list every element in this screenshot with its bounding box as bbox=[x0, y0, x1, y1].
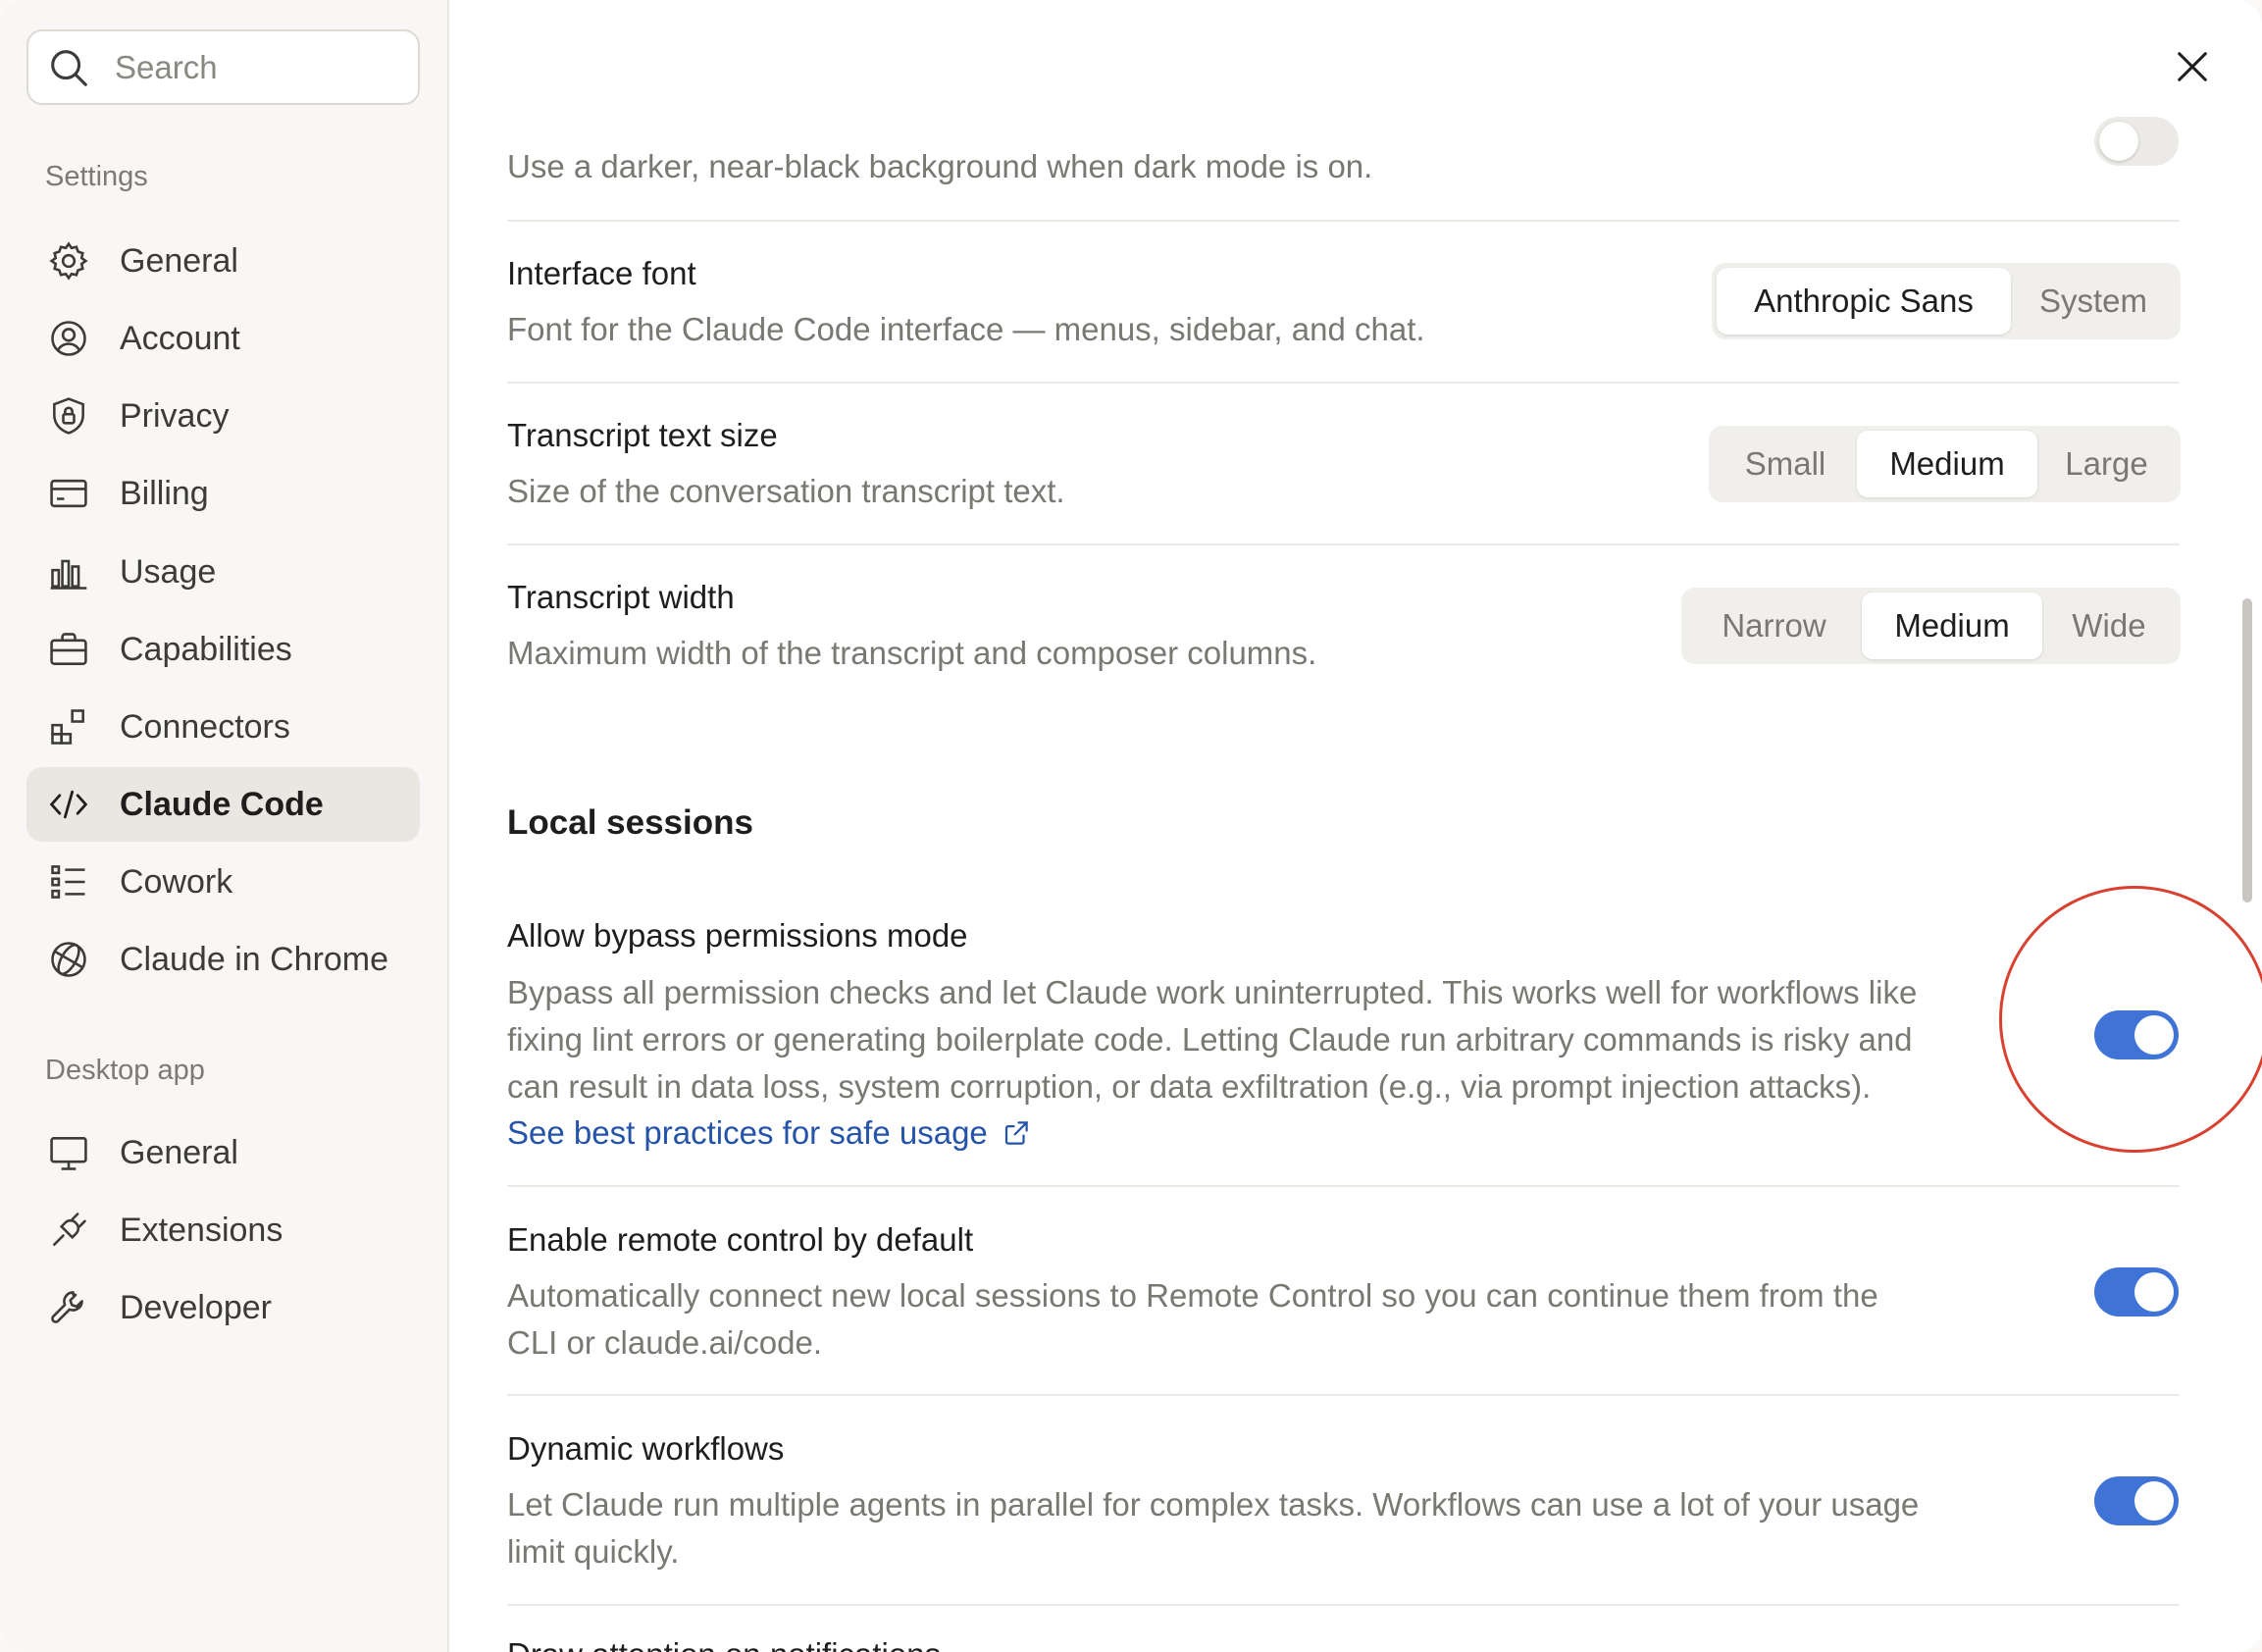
external-link-icon bbox=[1004, 1121, 1028, 1145]
toggle-knob bbox=[2099, 122, 2138, 161]
sidebar-item-claude-in-chrome[interactable]: Claude in Chrome bbox=[26, 922, 420, 997]
code-icon bbox=[49, 790, 88, 819]
bar-chart-icon bbox=[50, 559, 87, 590]
transcript-width-description: Maximum width of the transcript and comp… bbox=[507, 635, 1317, 671]
desktop-app-section-label: Desktop app bbox=[45, 1055, 205, 1086]
divider bbox=[507, 382, 2180, 384]
sidebar-item-cowork[interactable]: Cowork bbox=[26, 845, 420, 919]
settings-section-label: Settings bbox=[45, 161, 148, 192]
credit-card-icon bbox=[50, 479, 87, 508]
annotation-circle bbox=[1999, 886, 2262, 1153]
sidebar-item-label: Account bbox=[120, 319, 240, 357]
search-placeholder: Search bbox=[115, 48, 218, 85]
briefcase-icon bbox=[50, 633, 87, 665]
bypass-description-line-2: fixing lint errors or generating boilerp… bbox=[507, 1021, 1913, 1058]
bypass-permissions-title: Allow bypass permissions mode bbox=[507, 917, 968, 954]
text-size-description: Size of the conversation transcript text… bbox=[507, 473, 1065, 509]
text-size-selector: Small Medium Large bbox=[1709, 426, 2181, 502]
remote-control-toggle[interactable] bbox=[2094, 1267, 2179, 1316]
sidebar-item-label: General bbox=[120, 241, 238, 280]
globe-icon bbox=[51, 942, 86, 977]
sidebar-item-label: Capabilities bbox=[120, 630, 292, 668]
sidebar-item-usage[interactable]: Usage bbox=[26, 535, 420, 609]
divider bbox=[507, 1604, 2180, 1606]
dynamic-workflows-description-line-2: limit quickly. bbox=[507, 1533, 680, 1570]
sidebar-item-label: Billing bbox=[120, 474, 209, 512]
width-option-wide[interactable]: Wide bbox=[2042, 593, 2176, 659]
sidebar-item-desktop-general[interactable]: General bbox=[26, 1115, 420, 1190]
scrollbar[interactable] bbox=[2242, 598, 2252, 903]
dynamic-workflows-description-line-1: Let Claude run multiple agents in parall… bbox=[507, 1486, 1920, 1523]
user-circle-icon bbox=[51, 321, 86, 356]
search-input[interactable]: Search bbox=[26, 29, 420, 105]
close-icon[interactable] bbox=[2173, 47, 2212, 86]
size-option-small[interactable]: Small bbox=[1714, 431, 1857, 497]
remote-control-description-line-1: Automatically connect new local sessions… bbox=[507, 1277, 1878, 1314]
sidebar-item-label: Extensions bbox=[120, 1211, 283, 1249]
dynamic-workflows-toggle[interactable] bbox=[2094, 1476, 2179, 1525]
sidebar-item-extensions[interactable]: Extensions bbox=[26, 1193, 420, 1267]
checklist-icon bbox=[51, 865, 85, 899]
interface-font-selector: Anthropic Sans System bbox=[1712, 263, 2181, 339]
plug-icon bbox=[53, 1213, 86, 1246]
toggle-knob bbox=[2134, 1481, 2174, 1521]
sidebar-item-label: Privacy bbox=[120, 396, 230, 435]
sidebar-item-label: General bbox=[120, 1133, 238, 1171]
gear-icon bbox=[49, 241, 88, 281]
dark-background-toggle[interactable] bbox=[2094, 117, 2179, 166]
size-option-large[interactable]: Large bbox=[2037, 431, 2176, 497]
notifications-title: Draw attention on notifications bbox=[507, 1636, 941, 1652]
sidebar-item-label: Claude Code bbox=[120, 785, 324, 823]
shield-lock-icon bbox=[53, 397, 84, 435]
sidebar-item-billing[interactable]: Billing bbox=[26, 456, 420, 531]
sidebar-item-general[interactable]: General bbox=[26, 224, 420, 298]
settings-window: Search Settings General Account Privacy bbox=[0, 0, 2262, 1652]
transcript-width-selector: Narrow Medium Wide bbox=[1681, 588, 2181, 664]
best-practices-link-label: See best practices for safe usage bbox=[507, 1114, 988, 1151]
bypass-description-line-3: can result in data loss, system corrupti… bbox=[507, 1068, 1872, 1105]
interface-font-title: Interface font bbox=[507, 255, 696, 291]
sidebar: Search Settings General Account Privacy bbox=[0, 0, 449, 1652]
remote-control-title: Enable remote control by default bbox=[507, 1221, 974, 1258]
monitor-icon bbox=[50, 1137, 87, 1170]
sidebar-item-label: Claude in Chrome bbox=[120, 940, 389, 978]
blocks-icon bbox=[51, 709, 84, 745]
bypass-description-line-1: Bypass all permission checks and let Cla… bbox=[507, 974, 1918, 1010]
sidebar-item-label: Usage bbox=[120, 552, 217, 591]
sidebar-item-account[interactable]: Account bbox=[26, 301, 420, 376]
divider bbox=[507, 543, 2180, 545]
sidebar-item-label: Cowork bbox=[120, 862, 233, 901]
sidebar-item-connectors[interactable]: Connectors bbox=[26, 690, 420, 764]
divider bbox=[507, 1394, 2180, 1396]
font-option-anthropic-sans[interactable]: Anthropic Sans bbox=[1717, 268, 2011, 335]
local-sessions-heading: Local sessions bbox=[507, 803, 753, 842]
transcript-width-title: Transcript width bbox=[507, 579, 735, 615]
sidebar-item-claude-code[interactable]: Claude Code bbox=[26, 767, 420, 842]
text-size-title: Transcript text size bbox=[507, 417, 778, 453]
sidebar-item-privacy[interactable]: Privacy bbox=[26, 379, 420, 453]
dark-background-description: Use a darker, near-black background when… bbox=[507, 148, 1373, 184]
interface-font-description: Font for the Claude Code interface — men… bbox=[507, 311, 1425, 347]
dynamic-workflows-title: Dynamic workflows bbox=[507, 1430, 785, 1467]
sidebar-item-label: Developer bbox=[120, 1288, 272, 1326]
width-option-medium[interactable]: Medium bbox=[1862, 593, 2042, 659]
remote-control-description-line-2: CLI or claude.ai/code. bbox=[507, 1324, 823, 1361]
sidebar-item-label: Connectors bbox=[120, 707, 290, 746]
toggle-knob bbox=[2134, 1272, 2174, 1312]
divider bbox=[507, 1185, 2180, 1187]
size-option-medium[interactable]: Medium bbox=[1857, 431, 2037, 497]
wrench-icon bbox=[51, 1291, 83, 1323]
width-option-narrow[interactable]: Narrow bbox=[1686, 593, 1862, 659]
sidebar-item-developer[interactable]: Developer bbox=[26, 1270, 420, 1345]
divider bbox=[507, 220, 2180, 222]
font-option-system[interactable]: System bbox=[2011, 268, 2176, 335]
sidebar-item-capabilities[interactable]: Capabilities bbox=[26, 612, 420, 687]
search-icon bbox=[51, 49, 87, 86]
best-practices-link[interactable]: See best practices for safe usage bbox=[507, 1114, 1031, 1152]
